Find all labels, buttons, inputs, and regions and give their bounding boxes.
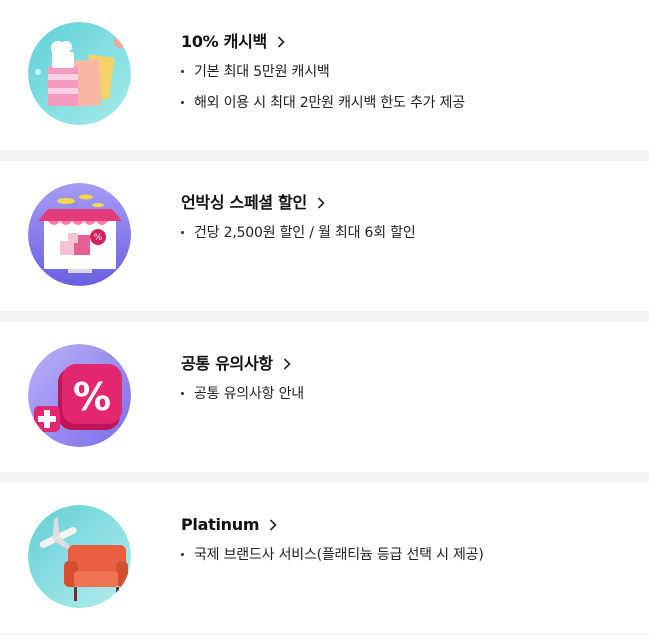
benefit-content: 언박싱 스페셜 할인 건당 2,500원 할인 / 월 최대 6회 할인: [181, 191, 629, 254]
benefit-bullets: 공통 유의사항 안내: [181, 384, 629, 404]
benefit-card-notice: % 공통 유의사항 공통 유의사항 안내: [0, 322, 649, 472]
benefit-list: 10% 캐시백 기본 최대 5만원 캐시백 해외 이용 시 최대 2만원 캐시백…: [0, 0, 649, 635]
svg-text:%: %: [94, 233, 103, 243]
benefit-content: 10% 캐시백 기본 최대 5만원 캐시백 해외 이용 시 최대 2만원 캐시백…: [181, 30, 629, 124]
benefit-bullets: 기본 최대 5만원 캐시백 해외 이용 시 최대 2만원 캐시백 한도 추가 제…: [181, 62, 629, 113]
benefit-title-link[interactable]: 공통 유의사항: [181, 352, 291, 376]
benefit-card-cashback: 10% 캐시백 기본 최대 5만원 캐시백 해외 이용 시 최대 2만원 캐시백…: [0, 0, 649, 150]
benefit-title-link[interactable]: Platinum: [181, 513, 277, 537]
benefit-bullet: 국제 브랜드사 서비스(플래티늄 등급 선택 시 제공): [181, 545, 629, 565]
benefit-bullet: 기본 최대 5만원 캐시백: [181, 62, 629, 82]
svg-text:%: %: [73, 375, 111, 419]
section-divider: [0, 633, 649, 635]
benefit-title: Platinum: [181, 515, 260, 534]
benefit-title: 언박싱 스페셜 할인: [181, 193, 307, 212]
benefit-card-unboxing: % 언박싱 스페셜 할인 건당 2,500원 할인 / 월 최대 6회 할인: [0, 161, 649, 311]
benefit-bullet: 해외 이용 시 최대 2만원 캐시백 한도 추가 제공: [181, 93, 629, 113]
benefit-card-platinum: Platinum 국제 브랜드사 서비스(플래티늄 등급 선택 시 제공): [0, 483, 649, 633]
benefit-bullet: 공통 유의사항 안내: [181, 384, 629, 404]
benefit-content: Platinum 국제 브랜드사 서비스(플래티늄 등급 선택 시 제공): [181, 513, 629, 576]
percent-plus-icon: %: [28, 344, 131, 447]
shopping-bags-icon: [28, 22, 131, 125]
benefit-title: 10% 캐시백: [181, 32, 267, 51]
chevron-right-icon: [283, 358, 291, 370]
chevron-right-icon: [317, 197, 325, 209]
section-divider: [0, 311, 649, 322]
chevron-right-icon: [277, 36, 285, 48]
chevron-right-icon: [270, 519, 277, 531]
benefit-title-link[interactable]: 10% 캐시백: [181, 30, 285, 54]
benefit-bullet: 건당 2,500원 할인 / 월 최대 6회 할인: [181, 223, 629, 243]
airplane-chair-icon: [28, 505, 131, 608]
benefit-title-link[interactable]: 언박싱 스페셜 할인: [181, 191, 325, 215]
store-discount-icon: %: [28, 183, 131, 286]
benefit-content: 공통 유의사항 공통 유의사항 안내: [181, 352, 629, 415]
benefit-bullets: 국제 브랜드사 서비스(플래티늄 등급 선택 시 제공): [181, 545, 629, 565]
benefit-title: 공통 유의사항: [181, 354, 273, 373]
benefit-bullets: 건당 2,500원 할인 / 월 최대 6회 할인: [181, 223, 629, 243]
section-divider: [0, 472, 649, 483]
section-divider: [0, 150, 649, 161]
